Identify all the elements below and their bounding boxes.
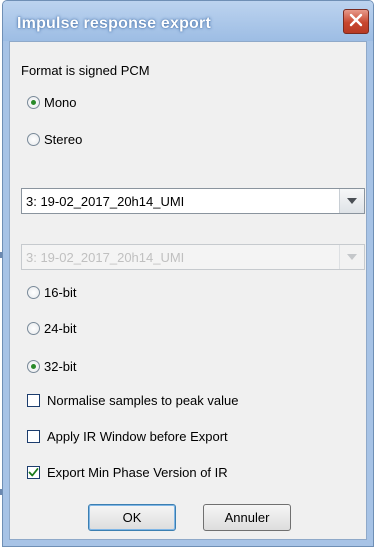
radio-button[interactable]: [27, 286, 40, 299]
radio-mono[interactable]: Mono: [27, 95, 77, 110]
impulse-export-dialog: Impulse response export Format is signed…: [2, 0, 374, 547]
radio-selected-dot: [31, 364, 36, 369]
checkbox-normalise[interactable]: Normalise samples to peak value: [27, 393, 238, 408]
check-mark-icon: [28, 468, 39, 477]
radio-stereo-label: Stereo: [44, 132, 83, 147]
checkbox-ir-window-label: Apply IR Window before Export: [47, 429, 228, 444]
checkbox-ir-window[interactable]: Apply IR Window before Export: [27, 429, 228, 444]
chevron-down-icon: [347, 254, 357, 260]
ir-source-value: 3: 19-02_2017_20h14_UMI: [26, 194, 185, 209]
ok-button[interactable]: OK: [88, 504, 176, 531]
radio-button[interactable]: [27, 322, 40, 335]
radio-32bit-label: 32-bit: [44, 359, 77, 374]
checkbox-min-phase-label: Export Min Phase Version of IR: [47, 465, 228, 480]
radio-mono-label: Mono: [44, 95, 77, 110]
close-button[interactable]: [343, 9, 369, 34]
radio-button[interactable]: [27, 96, 40, 109]
close-icon: [349, 13, 363, 30]
checkbox-normalise-label: Normalise samples to peak value: [47, 393, 239, 408]
radio-24bit[interactable]: 24-bit: [27, 321, 77, 336]
radio-16bit-label: 16-bit: [44, 285, 77, 300]
checkbox-box[interactable]: [27, 430, 40, 443]
ir-secondary-select: 3: 19-02_2017_20h14_UMI: [21, 244, 365, 270]
cancel-button[interactable]: Annuler: [203, 504, 291, 531]
radio-32bit[interactable]: 32-bit: [27, 359, 77, 374]
background-edge-mark: [0, 489, 2, 495]
radio-selected-dot: [31, 100, 36, 105]
title-bar[interactable]: Impulse response export: [3, 1, 373, 41]
dropdown-button[interactable]: [339, 189, 364, 213]
ir-source-select[interactable]: 3: 19-02_2017_20h14_UMI: [21, 188, 365, 214]
checkbox-box[interactable]: [27, 394, 40, 407]
checkbox-box[interactable]: [27, 466, 40, 479]
ir-secondary-value: 3: 19-02_2017_20h14_UMI: [26, 250, 185, 265]
chevron-down-icon: [347, 198, 357, 204]
dropdown-button-disabled: [339, 245, 364, 269]
radio-24bit-label: 24-bit: [44, 321, 77, 336]
dialog-title: Impulse response export: [17, 15, 211, 32]
radio-stereo[interactable]: Stereo: [27, 132, 82, 147]
dialog-body: Format is signed PCM Mono Stereo 3: 19-0…: [9, 41, 367, 540]
format-label: Format is signed PCM: [21, 63, 150, 78]
background-edge-mark: [0, 252, 2, 258]
radio-button[interactable]: [27, 360, 40, 373]
checkbox-min-phase[interactable]: Export Min Phase Version of IR: [27, 465, 228, 480]
radio-16bit[interactable]: 16-bit: [27, 285, 77, 300]
radio-button[interactable]: [27, 133, 40, 146]
